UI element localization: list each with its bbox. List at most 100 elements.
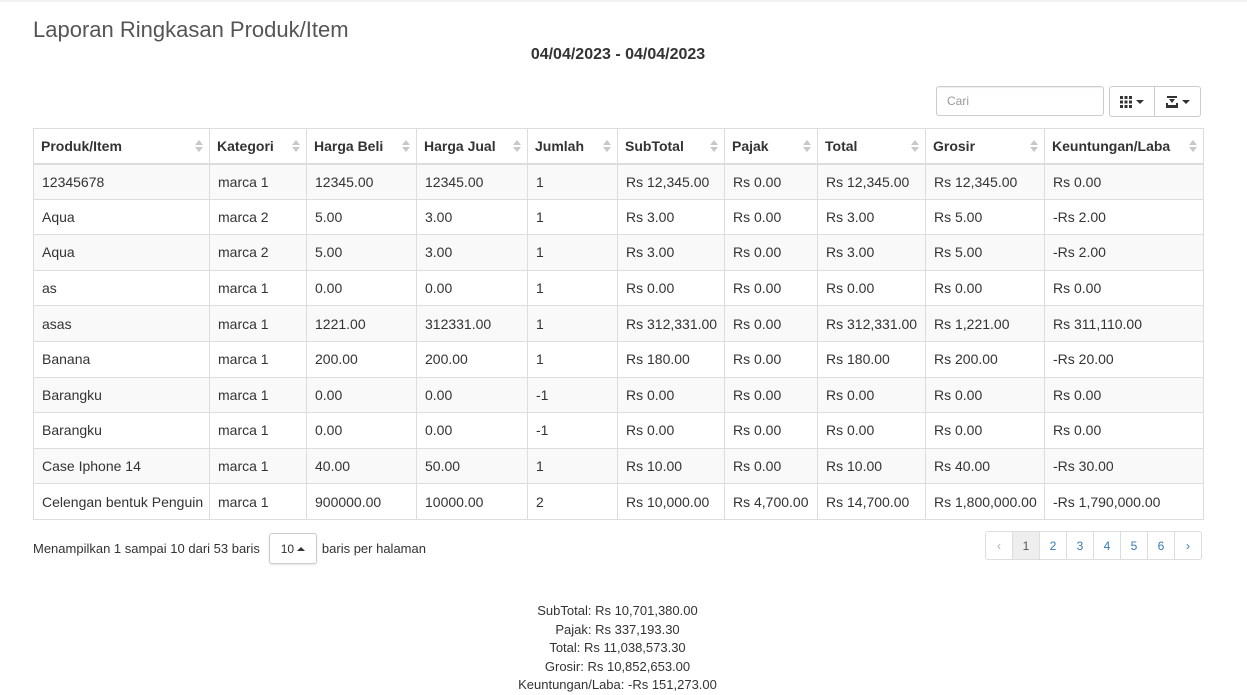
table-cell: 0.00 xyxy=(306,376,417,414)
column-header[interactable]: Kategori xyxy=(209,128,307,165)
table-cell: Rs 3.00 xyxy=(617,234,725,271)
table-cell: Rs 0.00 xyxy=(724,340,818,378)
column-header[interactable]: Produk/Item xyxy=(33,128,210,165)
table-cell: -Rs 20.00 xyxy=(1044,340,1204,378)
page-link-3[interactable]: 3 xyxy=(1066,531,1094,560)
table-cell: 0.00 xyxy=(416,412,528,449)
table-cell: 0.00 xyxy=(416,376,528,414)
table-cell: Rs 0.00 xyxy=(1044,163,1204,200)
table-cell: Rs 311,110.00 xyxy=(1044,305,1204,342)
table-row: Barangku marca 1 0.00 0.00 -1 Rs 0.00 Rs 0.00 R… xyxy=(33,412,1204,449)
table-cell: marca 1 xyxy=(209,376,307,414)
sort-icon xyxy=(603,139,611,152)
table-cell: Rs 0.00 xyxy=(724,305,818,342)
table-cell: Rs 3.00 xyxy=(817,234,926,271)
table-cell: 1 xyxy=(527,234,618,271)
table-cell: as xyxy=(33,269,210,307)
table-cell: Barangku xyxy=(33,376,210,414)
table-cell: 200.00 xyxy=(416,340,528,378)
page-link-1[interactable]: 1 xyxy=(1012,531,1040,560)
table-cell: Rs 0.00 xyxy=(925,269,1045,307)
table-cell: 0.00 xyxy=(306,269,417,307)
table-cell: asas xyxy=(33,305,210,342)
table-cell: -Rs 1,790,000.00 xyxy=(1044,483,1204,520)
chevron-down-icon xyxy=(1181,99,1190,104)
chevron-down-icon xyxy=(1136,99,1144,104)
table-row: Case Iphone 14 marca 1 40.00 50.00 1 Rs 10.00… xyxy=(33,447,1204,485)
table-header-row: Produk/Item Kategori Harga Beli Harga Jual J… xyxy=(33,128,1204,165)
table-cell: Case Iphone 14 xyxy=(33,447,210,485)
table-cell: 200.00 xyxy=(306,340,417,378)
column-header-label: Total xyxy=(825,137,858,154)
table-cell: 40.00 xyxy=(306,447,417,485)
table-cell: Rs 0.00 xyxy=(925,376,1045,414)
summary-subtotal: SubTotal: Rs 10,701,380.00 xyxy=(537,603,698,618)
table-cell: Rs 10,000.00 xyxy=(617,483,725,520)
table-cell: 12345.00 xyxy=(416,163,528,200)
table-cell: Rs 312,331.00 xyxy=(617,305,725,342)
table-row: Aqua marca 2 5.00 3.00 1 Rs 3.00 Rs 0.00 Rs 3.0… xyxy=(33,198,1204,236)
table-cell: -1 xyxy=(527,376,618,414)
table-body: 12345678 marca 1 12345.00 12345.00 1 Rs 12,34… xyxy=(33,163,1204,520)
table-cell: Rs 0.00 xyxy=(1044,412,1204,449)
table-cell: Rs 0.00 xyxy=(724,198,818,236)
summary: SubTotal: Rs 10,701,380.00 Pajak: Rs 337… xyxy=(0,602,1235,695)
table-cell: -1 xyxy=(527,412,618,449)
column-header[interactable]: Keuntungan/Laba xyxy=(1044,128,1204,165)
column-header[interactable]: Total xyxy=(817,128,926,165)
page-link-4[interactable]: 4 xyxy=(1093,531,1121,560)
pagination: ‹ 1 2 3 4 5 6 › xyxy=(985,531,1202,560)
table-cell: 1 xyxy=(527,305,618,342)
column-header[interactable]: SubTotal xyxy=(617,128,725,165)
table-cell: 12345678 xyxy=(33,163,210,200)
column-header[interactable]: Grosir xyxy=(925,128,1045,165)
table-row: asas marca 1 1221.00 312331.00 1 Rs 312,331.0… xyxy=(33,305,1204,342)
summary-pajak: Pajak: Rs 337,193.30 xyxy=(555,621,680,637)
table-cell: marca 1 xyxy=(209,447,307,485)
column-header[interactable]: Harga Jual xyxy=(416,128,528,165)
table-cell: 1 xyxy=(527,269,618,307)
table-toolbar xyxy=(936,86,1201,117)
sort-icon xyxy=(1030,139,1038,152)
table-cell: Aqua xyxy=(33,198,210,236)
page-link-2[interactable]: 2 xyxy=(1039,531,1067,560)
table-cell: Rs 0.00 xyxy=(724,269,818,307)
per-page-text: baris per halaman xyxy=(321,541,426,556)
column-header[interactable]: Harga Beli xyxy=(306,128,417,165)
page-link-6[interactable]: 6 xyxy=(1147,531,1175,560)
table-cell: Rs 0.00 xyxy=(817,376,926,414)
column-header[interactable]: Pajak xyxy=(724,128,818,165)
table-cell: 1 xyxy=(527,198,618,236)
table-cell: marca 2 xyxy=(209,198,307,236)
columns-button[interactable] xyxy=(1109,86,1155,117)
column-header-label: Keuntungan/Laba xyxy=(1052,137,1171,154)
table-cell: Rs 12,345.00 xyxy=(817,163,926,200)
table-cell: Rs 1,221.00 xyxy=(925,305,1045,342)
table-cell: 3.00 xyxy=(416,198,528,236)
caret-up-icon xyxy=(297,546,306,551)
table-cell: Rs 200.00 xyxy=(925,340,1045,378)
table-cell: 900000.00 xyxy=(306,483,417,520)
search-input[interactable] xyxy=(936,86,1104,116)
table-row: as marca 1 0.00 0.00 1 Rs 0.00 Rs 0.00 Rs 0.00 R… xyxy=(33,269,1204,307)
table-cell: Banana xyxy=(33,340,210,378)
table-cell: marca 1 xyxy=(209,483,307,520)
prev-page-button[interactable]: ‹ xyxy=(985,531,1013,560)
table-cell: Aqua xyxy=(33,234,210,271)
column-header[interactable]: Jumlah xyxy=(527,128,618,165)
table-cell: Rs 10.00 xyxy=(817,447,926,485)
page-size-dropdown[interactable]: 10 xyxy=(268,533,317,564)
page-link-5[interactable]: 5 xyxy=(1120,531,1148,560)
table-cell: 50.00 xyxy=(416,447,528,485)
table-cell: Rs 312,331.00 xyxy=(817,305,926,342)
next-page-button[interactable]: › xyxy=(1174,531,1202,560)
table-cell: -Rs 2.00 xyxy=(1044,234,1204,271)
table-cell: Rs 40.00 xyxy=(925,447,1045,485)
table-row: Aqua marca 2 5.00 3.00 1 Rs 3.00 Rs 0.00 Rs 3.0… xyxy=(33,234,1204,271)
summary-grosir: Grosir: Rs 10,852,653.00 xyxy=(544,658,691,674)
table-cell: Rs 5.00 xyxy=(925,234,1045,271)
column-header-label: Jumlah xyxy=(535,137,585,154)
table-cell: Celengan bentuk Penguin xyxy=(33,483,210,520)
export-icon xyxy=(1165,95,1178,108)
export-button[interactable] xyxy=(1154,86,1201,117)
